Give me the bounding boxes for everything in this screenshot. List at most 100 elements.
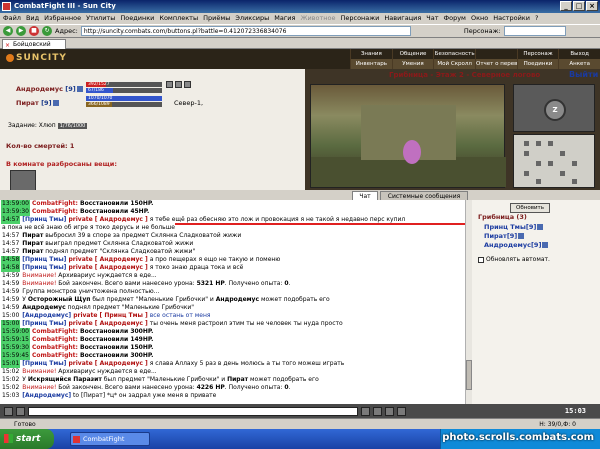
header-nav-item[interactable]: Анкета <box>558 59 600 69</box>
refresh-button[interactable]: Обновить <box>510 203 550 213</box>
header-nav-item[interactable]: Отчет о переводах <box>475 59 517 69</box>
chat-nick[interactable]: Пират <box>22 232 43 239</box>
chat-timestamp[interactable]: 14:59 <box>1 296 20 304</box>
menu-item[interactable]: Утилиты <box>86 13 115 24</box>
menu-item[interactable]: Настройки <box>493 13 530 24</box>
menu-item[interactable]: Комплекты <box>159 13 198 24</box>
chat-nick[interactable]: Пират <box>227 376 248 383</box>
chat-timestamp[interactable]: 13:59:00 <box>1 200 30 208</box>
header-nav-item[interactable]: Поединки <box>516 59 559 69</box>
header-nav-item[interactable]: Мой Скролл <box>433 59 475 69</box>
send-icon[interactable] <box>361 406 370 416</box>
chat-timestamp[interactable]: 14:57 <box>1 240 20 248</box>
chat-nick[interactable]: CombatFight: <box>32 328 78 335</box>
minimize-button[interactable]: _ <box>560 1 572 11</box>
chat-nick[interactable]: Пират <box>22 240 43 247</box>
header-nav-item[interactable]: Персонаж <box>516 49 559 59</box>
back-icon[interactable]: ◀ <box>3 26 13 36</box>
chat-nick[interactable]: Осторожный Щуп <box>28 296 91 303</box>
chat-nick[interactable]: [Андродемус] <box>22 312 71 319</box>
smile-icon[interactable] <box>4 406 13 416</box>
online-user[interactable]: Пират[9] <box>484 232 525 240</box>
chat-nick[interactable]: Андродемус <box>22 304 65 311</box>
menu-item[interactable]: ? <box>535 13 538 24</box>
chat-timestamp[interactable]: 15:00 <box>1 312 20 320</box>
chat-timestamp[interactable]: 14:59 <box>1 288 20 296</box>
stop-icon[interactable]: ■ <box>29 26 39 36</box>
chat-timestamp[interactable]: 15:02 <box>1 384 20 392</box>
chat-timestamp[interactable]: 14:59 <box>1 280 20 288</box>
header-nav-item[interactable]: Инвентарь <box>350 59 392 69</box>
chat-timestamp[interactable]: 15:02 <box>1 376 20 384</box>
filter-icon[interactable] <box>373 406 382 416</box>
menu-item[interactable]: Избранное <box>44 13 81 24</box>
menu-item[interactable]: Эликсиры <box>235 13 269 24</box>
chat-timestamp[interactable]: 15:59:30 <box>1 344 30 352</box>
online-user[interactable]: Принц Тмы[9] <box>484 223 544 231</box>
tab-system-messages[interactable]: Системные сообщения <box>380 191 468 200</box>
start-button[interactable]: start <box>0 429 54 449</box>
exit-icon[interactable] <box>397 406 406 416</box>
chat-nick[interactable]: [Принц Тмы] <box>22 264 66 271</box>
menu-item[interactable]: Форум <box>444 13 466 24</box>
tab-battle-club[interactable]: × Бойцовский клуб <box>2 39 66 57</box>
info-icon[interactable] <box>76 86 83 92</box>
chat-nick[interactable]: [Андродемус] <box>22 392 71 399</box>
compass-icon[interactable]: Z <box>544 99 566 121</box>
chat-timestamp[interactable]: 15:00 <box>1 320 21 328</box>
menu-item[interactable]: Чат <box>426 13 438 24</box>
chat-timestamp[interactable]: 14:57 <box>1 248 20 256</box>
forward-icon[interactable]: ▶ <box>16 26 26 36</box>
menu-item[interactable]: Вид <box>26 13 39 24</box>
info-icon[interactable] <box>52 100 59 106</box>
chat-scrollbar[interactable] <box>465 200 472 404</box>
chat-nick[interactable]: Андродемус <box>216 296 259 303</box>
chat-timestamp[interactable]: 15:01 <box>1 360 21 368</box>
tab-chat[interactable]: Чат <box>352 191 378 200</box>
settings-icon[interactable] <box>385 406 394 416</box>
header-nav-item[interactable]: Общение <box>391 49 434 59</box>
header-nav-item[interactable] <box>475 49 517 59</box>
chat-nick[interactable]: Искрящийся Паразит <box>28 376 102 383</box>
menu-item[interactable]: Магия <box>274 13 295 24</box>
auto-refresh-checkbox[interactable]: Обновлять автомат. <box>478 256 550 263</box>
chat-timestamp[interactable]: 14:58 <box>1 256 21 264</box>
maximize-button[interactable]: □ <box>573 1 585 11</box>
effect-icon[interactable] <box>166 81 173 88</box>
chat-nick[interactable]: CombatFight: <box>32 336 78 343</box>
chat-timestamp[interactable]: 15:02 <box>1 368 20 376</box>
dungeon-view[interactable] <box>310 84 506 188</box>
chat-timestamp[interactable]: 14:59 <box>1 304 20 312</box>
menu-item[interactable]: Приёмы <box>203 13 230 24</box>
taskbar-item[interactable]: CombatFight <box>70 432 150 446</box>
pers-input[interactable] <box>503 26 566 36</box>
header-nav-item[interactable]: Знания <box>350 49 392 59</box>
chat-timestamp[interactable]: 15:59:45 <box>1 352 30 360</box>
chat-timestamp[interactable]: 14:57 <box>1 216 21 224</box>
menu-item[interactable]: Животное <box>300 13 335 24</box>
chat-timestamp[interactable]: 13:59:30 <box>1 208 30 216</box>
chat-nick[interactable]: CombatFight: <box>32 344 78 351</box>
effect-icon[interactable] <box>184 81 191 88</box>
chat-timestamp[interactable]: 15:59:00 <box>1 328 30 336</box>
chat-timestamp[interactable]: 15:03 <box>1 392 20 400</box>
chat-nick[interactable]: [Принц Тмы] <box>22 320 66 327</box>
online-user[interactable]: Андродемус[9] <box>484 241 549 249</box>
chat-nick[interactable]: CombatFight: <box>32 208 78 215</box>
header-nav-item[interactable]: Безопасность <box>433 49 475 59</box>
clear-icon[interactable] <box>16 406 25 416</box>
menu-item[interactable]: Окно <box>471 13 488 24</box>
chat-nick[interactable]: Пират <box>22 248 43 255</box>
menu-item[interactable]: Поединки <box>120 13 154 24</box>
char-pirat[interactable]: Пират [9] <box>16 99 59 107</box>
chat-nick[interactable]: [Принц Тмы] <box>22 256 66 263</box>
monster-egg-icon[interactable] <box>403 140 421 164</box>
chat-timestamp[interactable]: 14:59 <box>1 272 20 280</box>
chat-nick[interactable]: [Принц Тмы] <box>22 360 66 367</box>
menu-item[interactable]: Навигация <box>384 13 421 24</box>
address-input[interactable]: http://suncity.combats.com/buttons.pl?ba… <box>80 26 411 36</box>
chat-timestamp[interactable]: 15:59:15 <box>1 336 30 344</box>
chat-nick[interactable]: CombatFight: <box>32 200 78 207</box>
header-nav-item[interactable]: Выход <box>558 49 600 59</box>
chat-timestamp[interactable]: 14:57 <box>1 232 20 240</box>
